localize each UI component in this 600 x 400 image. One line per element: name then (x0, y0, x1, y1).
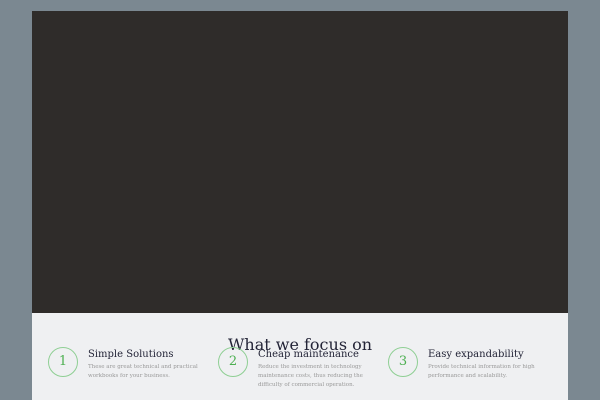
item-title: Easy expandability (428, 349, 524, 360)
item-desc: Reduce the investment in technology main… (258, 364, 363, 388)
item-desc: Provide technical information for high p… (428, 364, 535, 379)
hero-banner (32, 11, 568, 313)
number-badge: 2 (218, 347, 248, 377)
item-title: Simple Solutions (88, 349, 174, 360)
page: What we focus on (32, 11, 568, 400)
item-title: Cheap maintenance (258, 349, 359, 360)
number-badge: 1 (48, 347, 78, 377)
number-badge: 3 (388, 347, 418, 377)
item-desc: These are great technical and practical … (88, 364, 198, 379)
